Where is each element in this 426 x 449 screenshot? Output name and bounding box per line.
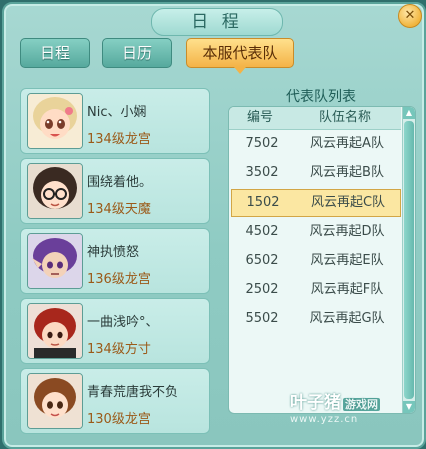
team-number: 4502 — [245, 224, 279, 239]
scrollbar[interactable]: ▲ ▼ — [402, 107, 415, 413]
purple-hair-avatar — [27, 233, 83, 289]
tab-server-team[interactable]: 本服代表队 — [186, 38, 294, 74]
header-team-name: 队伍名称 — [318, 110, 371, 125]
team-name: 风云再起B队 — [310, 165, 384, 180]
table-row[interactable]: 7502 风云再起A队 — [231, 131, 399, 157]
table-row[interactable]: 3502 风云再起B队 — [231, 160, 399, 186]
member-level: 130级龙宫 — [87, 412, 151, 427]
table-row[interactable]: 2502 风云再起F队 — [231, 277, 399, 303]
team-list-table: 编号 队伍名称 7502 风云再起A队 3502 风云再起B队 1502 风云再… — [228, 106, 416, 414]
team-number: 3502 — [245, 165, 279, 180]
team-name: 风云再起C队 — [310, 195, 386, 210]
tab-bar: 日程 日历 本服代表队 — [20, 38, 320, 74]
team-list-title: 代表队列表 — [286, 89, 356, 105]
schedule-window: 日 程 ✕ 日程 日历 本服代表队 Nic、小娴 134级龙宫 围绕着他。 13… — [2, 2, 426, 449]
table-header: 编号 队伍名称 — [229, 107, 401, 130]
red-hair-avatar — [27, 303, 83, 359]
member-level: 134级天魔 — [87, 202, 151, 217]
member-level: 136级龙宫 — [87, 272, 151, 287]
team-name: 风云再起D队 — [309, 224, 385, 239]
table-row[interactable]: 5502 风云再起G队 — [231, 306, 399, 332]
table-row[interactable]: 6502 风云再起E队 — [231, 248, 399, 274]
team-number: 5502 — [245, 311, 279, 326]
team-name: 风云再起A队 — [310, 136, 384, 151]
team-number: 7502 — [245, 136, 279, 151]
team-number: 6502 — [245, 253, 279, 268]
member-list: Nic、小娴 134级龙宫 围绕着他。 134级天魔 神执愤怒 136级龙宫 一… — [20, 80, 216, 436]
brown-hair-girl-avatar — [27, 373, 83, 429]
tab-calendar[interactable]: 日历 — [102, 38, 172, 68]
member-name: 一曲浅吟°、 — [87, 315, 159, 330]
member-card[interactable]: 青春荒唐我不负 130级龙宫 — [20, 368, 210, 434]
scroll-thumb[interactable] — [404, 121, 414, 399]
member-name: 围绕着他。 — [87, 175, 153, 190]
table-row[interactable]: 4502 风云再起D队 — [231, 219, 399, 245]
team-name: 风云再起E队 — [310, 253, 384, 268]
table-row-selected[interactable]: 1502 风云再起C队 — [231, 189, 401, 217]
member-name: Nic、小娴 — [87, 105, 147, 120]
member-level: 134级龙宫 — [87, 132, 151, 147]
team-list-panel: 代表队列表 编号 队伍名称 7502 风云再起A队 3502 风云再起B队 15… — [228, 80, 416, 436]
window-title: 日 程 — [151, 8, 283, 36]
tab-schedule[interactable]: 日程 — [20, 38, 90, 68]
member-card[interactable]: Nic、小娴 134级龙宫 — [20, 88, 210, 154]
scroll-up-icon[interactable]: ▲ — [403, 107, 415, 119]
member-name: 青春荒唐我不负 — [87, 385, 179, 400]
close-icon[interactable]: ✕ — [398, 4, 422, 28]
watermark-brand: 叶子猪 游戏网 — [290, 393, 380, 413]
girl-blonde-avatar — [27, 93, 83, 149]
watermark-url: www.yzz.cn — [290, 414, 359, 425]
member-card[interactable]: 围绕着他。 134级天魔 — [20, 158, 210, 224]
member-card[interactable]: 一曲浅吟°、 134级方寸 — [20, 298, 210, 364]
girl-glasses-avatar — [27, 163, 83, 219]
watermark: 叶子猪 游戏网 www.yzz.cn — [290, 388, 410, 428]
header-number: 编号 — [246, 110, 273, 125]
team-number: 1502 — [246, 195, 280, 210]
team-name: 风云再起G队 — [309, 311, 385, 326]
member-level: 134级方寸 — [87, 342, 151, 357]
window-title-bar: 日 程 — [151, 8, 283, 36]
member-name: 神执愤怒 — [87, 245, 140, 260]
member-card[interactable]: 神执愤怒 136级龙宫 — [20, 228, 210, 294]
team-number: 2502 — [245, 282, 279, 297]
team-name: 风云再起F队 — [310, 282, 384, 297]
